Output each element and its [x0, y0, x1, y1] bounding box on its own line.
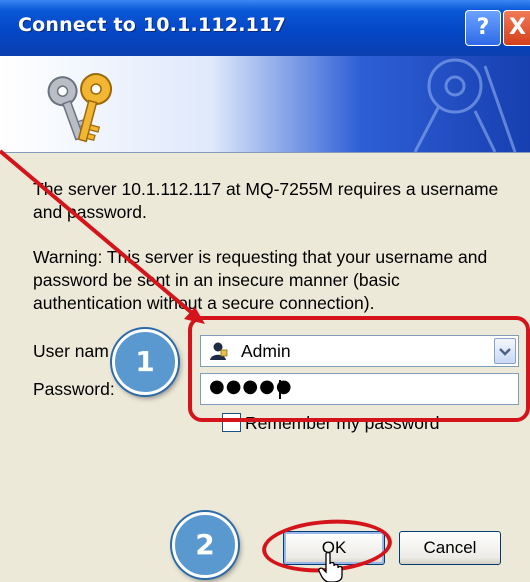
help-button[interactable]: ? [465, 10, 501, 46]
credentials-highlight [188, 316, 530, 422]
title-bar: Connect to 10.1.112.117 ? X [0, 0, 530, 56]
hand-cursor-icon [318, 552, 343, 582]
password-label: Password: [33, 379, 115, 399]
step-2-badge: 2 [172, 512, 238, 578]
banner-divider [0, 152, 530, 153]
banner [0, 56, 530, 152]
dialog-title: Connect to 10.1.112.117 [18, 14, 286, 36]
step-1-badge: 1 [112, 329, 178, 395]
banner-key-watermark [413, 58, 517, 152]
cancel-button[interactable]: Cancel [399, 531, 501, 565]
connect-dialog: Connect to 10.1.112.117 ? X The server 1… [0, 0, 530, 582]
server-message: The server 10.1.112.117 at MQ-7255M requ… [33, 179, 499, 222]
username-label: User nam [33, 341, 109, 361]
security-warning: Warning: This server is requesting that … [33, 247, 488, 313]
close-button[interactable]: X [503, 10, 530, 46]
keys-icon [47, 73, 113, 143]
